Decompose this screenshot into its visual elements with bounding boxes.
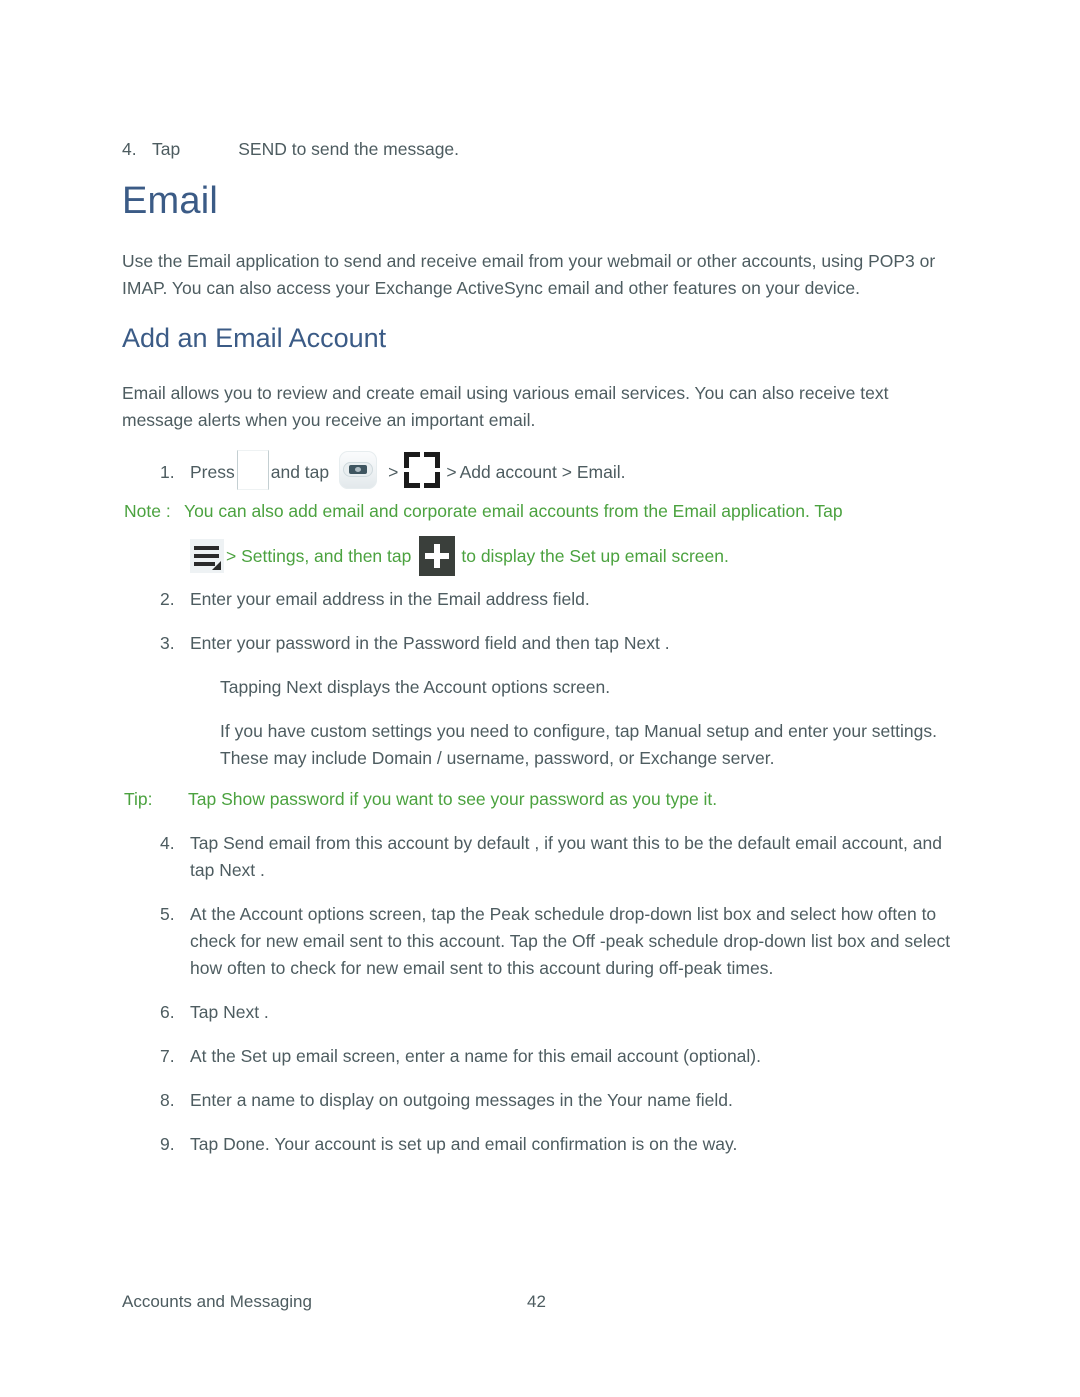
plus-icon <box>419 536 456 576</box>
step-text: Tap Done. Your account is set up and ema… <box>190 1134 738 1154</box>
list-item: 9. Tap Done. Your account is set up and … <box>160 1131 960 1158</box>
step-text: Enter your password in the Password fiel… <box>190 633 670 653</box>
list-item: 2. Enter your email address in the Email… <box>160 586 960 613</box>
sub-paragraph: Tapping Next displays the Account option… <box>220 677 611 697</box>
top-step-text: SEND to send the message. <box>238 139 460 159</box>
menu-icon <box>190 539 224 573</box>
footer-page-number: 42 <box>527 1292 546 1311</box>
top-step-tap-word: Tap <box>152 139 181 159</box>
list-item: 4. Tap Send email from this account by d… <box>160 830 960 884</box>
numbered-steps-top: 2. Enter your email address in the Email… <box>160 586 960 789</box>
step-number: 7. <box>160 1046 175 1066</box>
step-number: 3. <box>160 633 175 653</box>
step-text: Tap Next . <box>190 1002 269 1022</box>
note-label: Note : <box>124 501 171 521</box>
step-1-email-text: Email. <box>576 461 626 482</box>
list-item: 5. At the Account options screen, tap th… <box>160 901 960 982</box>
step-1-chevron-1: > <box>388 461 399 482</box>
step-number: 6. <box>160 1002 175 1022</box>
list-item: 8. Enter a name to display on outgoing m… <box>160 1087 960 1114</box>
list-item: 3. Enter your password in the Password f… <box>160 630 960 657</box>
section-intro-paragraph: Email allows you to review and create em… <box>122 382 889 430</box>
step-number: 9. <box>160 1134 175 1154</box>
page-title: Email <box>122 180 219 222</box>
tip-label: Tip: <box>124 789 153 809</box>
blank-send-icon <box>180 139 238 155</box>
note-line-1: You can also add email and corporate ema… <box>184 501 843 521</box>
step-number: 2. <box>160 589 175 609</box>
step-1-add-account-text: Add account > <box>459 461 572 482</box>
note-block: Note : You can also add email and corpora… <box>124 498 964 576</box>
document-page: 4. Tap SEND to send the message. Email U… <box>0 0 1080 1397</box>
step-number: 8. <box>160 1090 175 1110</box>
note-line-2-part-1: > Settings, and then tap <box>226 545 412 566</box>
tip-block: Tip: Tap Show password if you want to se… <box>124 786 964 813</box>
top-step-4: 4. Tap SEND to send the message. <box>122 136 952 163</box>
top-step-number: 4. <box>122 139 137 159</box>
sub-paragraph: If you have custom settings you need to … <box>220 721 937 768</box>
intro-paragraph: Use the Email application to send and re… <box>122 250 936 298</box>
note-line-2-part-2: to display the Set up email screen. <box>461 545 729 566</box>
step-number: 5. <box>160 904 175 924</box>
list-item: 6. Tap Next . <box>160 999 960 1026</box>
list-item: 7. At the Set up email screen, enter a n… <box>160 1043 960 1070</box>
footer-section-title: Accounts and Messaging <box>122 1292 312 1311</box>
step-number: 4. <box>160 833 175 853</box>
step-text: Tap Send email from this account by defa… <box>190 833 942 880</box>
apps-icon <box>404 452 441 488</box>
tip-text: Tap Show password if you want to see you… <box>188 789 718 809</box>
step-text: At the Set up email screen, enter a name… <box>190 1046 761 1066</box>
step-1-with-icons: 1. Press and tap > > Add account > Email… <box>160 450 626 492</box>
step-text: At the Account options screen, tap the P… <box>190 904 951 978</box>
step-1-chevron-2: > <box>446 461 457 482</box>
step-1-number: 1. <box>160 461 175 482</box>
step-1-and-tap-word: and tap <box>270 461 330 482</box>
home-key-icon <box>236 450 269 490</box>
numbered-steps-bottom: 4. Tap Send email from this account by d… <box>160 830 960 1175</box>
step-text: Enter your email address in the Email ad… <box>190 589 590 609</box>
step-1-press-word: Press <box>190 461 235 482</box>
home-button-icon <box>335 451 381 489</box>
step-text: Enter a name to display on outgoing mess… <box>190 1090 733 1110</box>
section-heading-add-an-email-account: Add an Email Account <box>122 323 387 353</box>
page-footer: Accounts and Messaging 42 <box>122 1290 962 1314</box>
